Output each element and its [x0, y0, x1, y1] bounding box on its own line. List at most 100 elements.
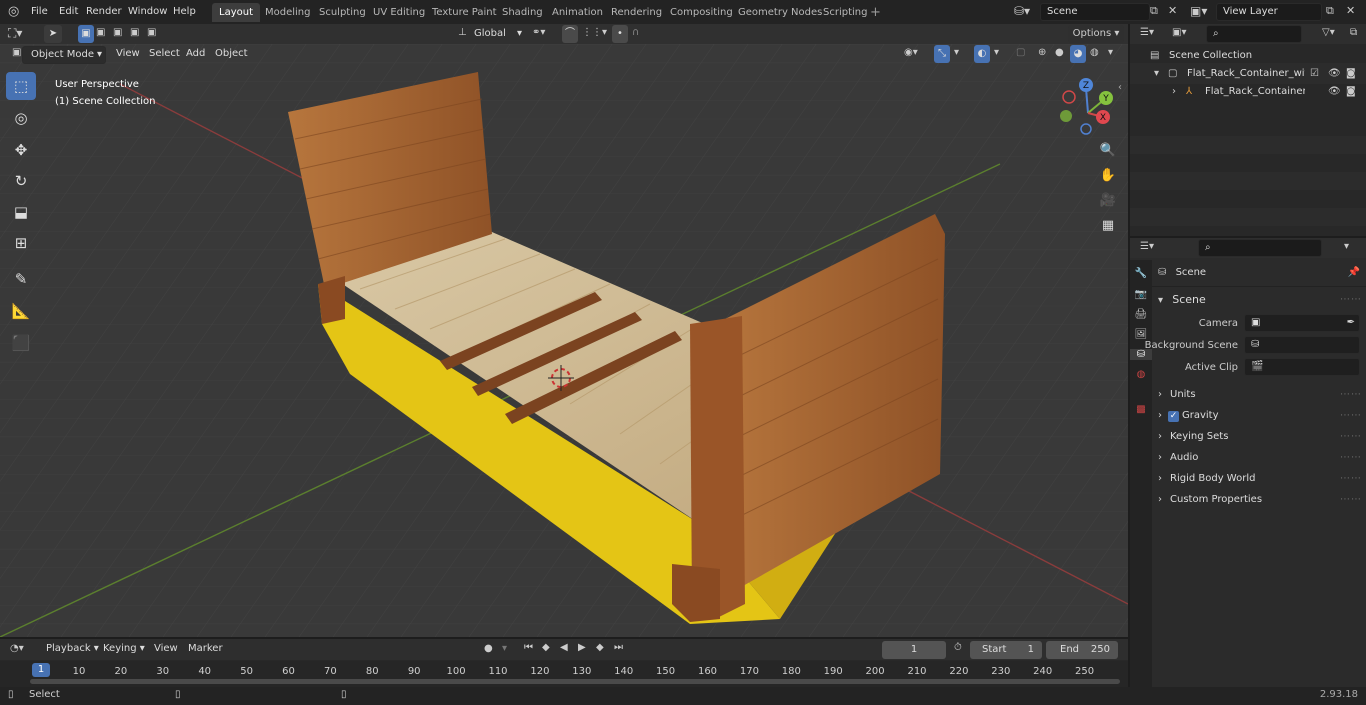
overlay-toggle-icon[interactable]: ◐	[974, 45, 990, 63]
menu-edit[interactable]: Edit	[55, 3, 82, 21]
select-box-tool-icon[interactable]: ⬚	[6, 72, 36, 100]
object-mode-dropdown[interactable]: Object Mode ▾	[22, 46, 106, 64]
next-keyframe-icon[interactable]: ◆	[596, 642, 604, 653]
rigid-body-section[interactable]: › Rigid Body World ⋯⋯	[1158, 468, 1362, 489]
properties-editor-icon[interactable]: ☰▾	[1140, 241, 1154, 252]
tab-sculpting[interactable]: Sculpting	[312, 3, 373, 22]
viewport-menu-add[interactable]: Add	[182, 45, 209, 63]
playback-menu[interactable]: Playback ▾	[42, 640, 103, 658]
menu-window[interactable]: Window	[124, 3, 171, 21]
gizmo-menu-icon[interactable]: ▾	[954, 47, 959, 58]
view-layer-field[interactable]: View Layer	[1216, 3, 1322, 21]
menu-help[interactable]: Help	[169, 3, 200, 21]
rigid-handle[interactable]: ⋯⋯	[1340, 468, 1362, 489]
stopwatch-icon[interactable]: ⏱	[954, 642, 962, 653]
shading-menu-icon[interactable]: ▾	[1108, 47, 1113, 58]
pan-hand-icon[interactable]: ✋	[1097, 165, 1119, 187]
menu-file[interactable]: File	[27, 3, 52, 21]
play-reverse-icon[interactable]: ◀	[560, 642, 568, 653]
pin-icon[interactable]: 📌	[1348, 262, 1360, 283]
tool-tab-icon[interactable]: 🔧	[1130, 268, 1152, 279]
timeline-editor-icon[interactable]: ◔▾	[10, 643, 24, 654]
props-options-icon[interactable]: ▾	[1344, 241, 1349, 252]
close-scene-icon[interactable]: ✕	[1168, 4, 1177, 17]
object-camera-icon[interactable]: ◙	[1346, 81, 1356, 102]
render-tab-icon[interactable]: 📷	[1130, 289, 1152, 300]
audio-handle[interactable]: ⋯⋯	[1340, 447, 1362, 468]
add-cube-tool-icon[interactable]: ⬛	[6, 329, 36, 357]
timeline[interactable]: ◔▾ Playback ▾ Keying ▾ View Marker ● ▾ ⏮…	[0, 639, 1128, 687]
proportional-icon[interactable]: •	[612, 25, 628, 43]
gravity-checkbox[interactable]: ✓	[1168, 411, 1179, 422]
custom-handle[interactable]: ⋯⋯	[1340, 489, 1362, 510]
gizmo-toggle-icon[interactable]: ⤡	[934, 45, 950, 63]
sidebar-toggle-icon[interactable]: ‹	[1118, 82, 1122, 93]
tab-geometry-nodes[interactable]: Geometry Nodes	[731, 3, 829, 22]
play-icon[interactable]: ▶	[578, 642, 586, 653]
keying-menu[interactable]: Keying ▾	[99, 640, 149, 658]
snap-target-icon[interactable]: ⋮⋮▾	[582, 27, 607, 38]
transform-tool-icon[interactable]: ⊞	[6, 229, 36, 257]
view-layer-icon[interactable]: ▣▾	[1190, 4, 1207, 18]
units-section[interactable]: › Units ⋯⋯	[1158, 384, 1362, 405]
rotate-tool-icon[interactable]: ↻	[6, 167, 36, 195]
solid-shading-icon[interactable]: ●	[1055, 47, 1064, 58]
scene-panel-header[interactable]: ▾ Scene ⋯⋯	[1158, 289, 1362, 310]
add-workspace-icon[interactable]: +	[870, 5, 881, 20]
snap-icon[interactable]: ⌒	[562, 25, 578, 43]
jump-end-icon[interactable]: ⏭	[614, 642, 623, 653]
menu-render[interactable]: Render	[82, 3, 126, 21]
record-options-icon[interactable]: ▾	[502, 643, 507, 654]
prev-keyframe-icon[interactable]: ◆	[542, 642, 550, 653]
tab-modeling[interactable]: Modeling	[258, 3, 318, 22]
properties-editor[interactable]: ☰▾ ⌕ ▾ 🔧 📷 🖨 🖼 ⛁ ◍ ▩ ⛁ Scene 📌 ▾ Scene ⋯…	[1130, 238, 1366, 687]
move-tool-icon[interactable]: ✥	[6, 136, 36, 164]
outliner[interactable]: ☰▾ ▣▾ ⌕ ▽▾ ⧉ ▤ Scene Collection ▾ ▢ Flat…	[1130, 24, 1366, 236]
material-shading-icon[interactable]: ◕	[1070, 45, 1086, 63]
cursor-tool-icon[interactable]: ◎	[6, 104, 36, 132]
camera-view-icon[interactable]: 🎥	[1097, 190, 1119, 212]
start-frame-field[interactable]: Start 1	[970, 641, 1042, 659]
end-frame-field[interactable]: End 250	[1046, 641, 1118, 659]
new-scene-icon[interactable]: ⧉	[1150, 4, 1158, 18]
tab-uv-editing[interactable]: UV Editing	[366, 3, 432, 22]
viewport-scene[interactable]: Z Y X	[0, 44, 1128, 637]
current-frame-field[interactable]: 1	[882, 641, 946, 659]
wireframe-shading-icon[interactable]: ⊕	[1038, 47, 1046, 58]
camera-field[interactable]: ▣ ✒	[1244, 314, 1360, 332]
custom-props-section[interactable]: › Custom Properties ⋯⋯	[1158, 489, 1362, 510]
filter-icon[interactable]: ▽▾	[1322, 27, 1335, 38]
panel-drag-handle[interactable]: ⋯⋯	[1340, 289, 1362, 310]
xray-icon[interactable]: ▢	[1016, 47, 1025, 58]
select-invert-icon[interactable]: ▣	[130, 27, 139, 38]
scene-icon[interactable]: ⛁▾	[1014, 4, 1030, 18]
new-collection-icon[interactable]: ⧉	[1350, 27, 1357, 38]
gravity-handle[interactable]: ⋯⋯	[1340, 405, 1362, 426]
eyedropper-icon[interactable]: ✒	[1347, 315, 1355, 331]
tab-scripting[interactable]: Scripting	[816, 3, 874, 22]
timeline-scrollbar[interactable]	[30, 679, 1120, 684]
active-clip-field[interactable]: 🎬	[1244, 358, 1360, 376]
object-eye-icon[interactable]: 👁	[1328, 81, 1341, 102]
editor-type-icon[interactable]: ⛶▾	[8, 26, 22, 41]
output-tab-icon[interactable]: 🖨	[1130, 309, 1152, 320]
select-new-icon[interactable]: ▣	[78, 25, 94, 43]
viewport-menu-select[interactable]: Select	[145, 45, 184, 63]
select-subtract-icon[interactable]: ▣	[113, 27, 122, 38]
zoom-icon[interactable]: 🔍	[1097, 140, 1119, 162]
object-mode-icon[interactable]: ▣	[12, 47, 21, 58]
tab-rendering[interactable]: Rendering	[604, 3, 669, 22]
texture-tab-icon[interactable]: ▩	[1130, 404, 1152, 415]
world-tab-icon[interactable]: ◍	[1130, 369, 1152, 380]
expand-arrow-icon[interactable]: ›	[1172, 81, 1176, 102]
tab-texture-paint[interactable]: Texture Paint	[425, 3, 504, 22]
scale-tool-icon[interactable]: ⬓	[6, 198, 36, 226]
pivot-icon[interactable]: ⚭▾	[532, 27, 545, 38]
gravity-section[interactable]: › ✓ Gravity ⋯⋯	[1158, 405, 1362, 426]
keying-handle[interactable]: ⋯⋯	[1340, 426, 1362, 447]
3d-viewport[interactable]: Z Y X ▣ Object Mode ▾ View Select Add Obj…	[0, 44, 1128, 637]
outliner-row-object[interactable]: › ⅄ Flat_Rack_Container_wit 👁 ◙	[1130, 81, 1366, 102]
select-tool-icon[interactable]: ➤	[44, 25, 62, 43]
outliner-editor-icon[interactable]: ☰▾	[1140, 27, 1154, 38]
units-handle[interactable]: ⋯⋯	[1340, 384, 1362, 405]
